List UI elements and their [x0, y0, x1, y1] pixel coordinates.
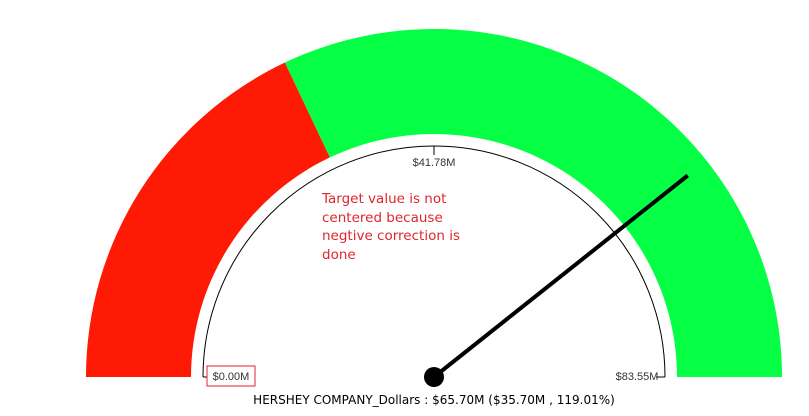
annotation-note: Target value is not centered because neg…: [322, 191, 460, 263]
needle-hub: [424, 367, 444, 387]
mid-tick-label: $41.78M: [413, 157, 456, 169]
max-tick-label: $83.55M: [616, 371, 659, 383]
gauge-caption: HERSHEY COMPANY_Dollars : $65.70M ($35.7…: [253, 393, 615, 407]
min-tick-label: $0.00M: [213, 371, 250, 383]
gauge-needle: [432, 173, 689, 379]
